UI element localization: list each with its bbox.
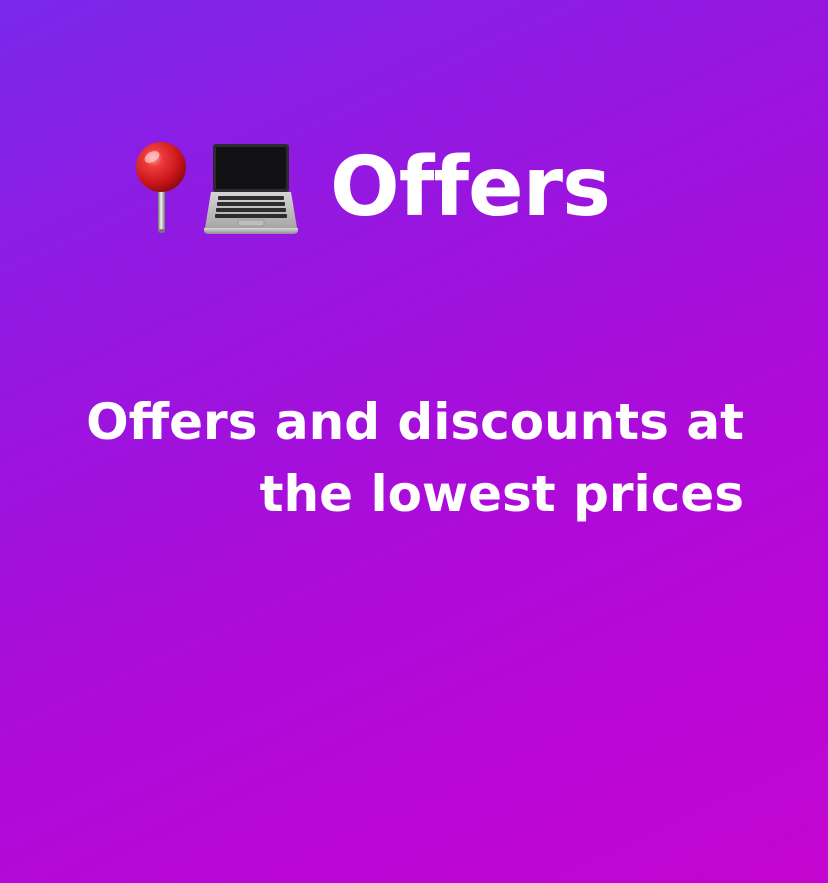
- tagline-line-1: Offers and discounts at: [86, 393, 744, 451]
- laptop-icon: [204, 144, 298, 234]
- offer-tagline: Offers and discounts at the lowest price…: [24, 386, 744, 530]
- tagline-line-2: the lowest prices: [259, 465, 744, 523]
- page-header: Offers: [132, 138, 611, 238]
- pushpin-icon: [136, 142, 186, 233]
- page-title: Offers: [330, 140, 611, 235]
